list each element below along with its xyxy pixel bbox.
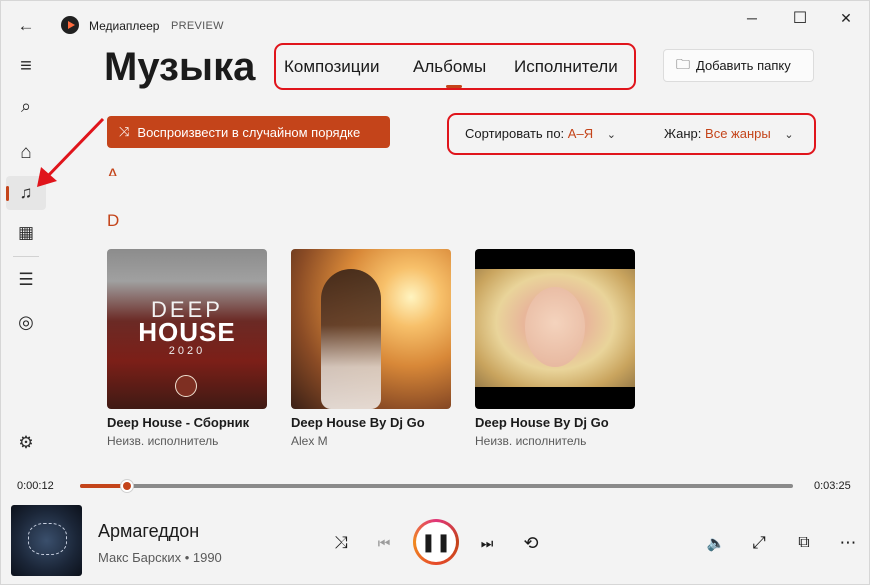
tab-artists[interactable]: Исполнители: [514, 57, 618, 77]
sidebar-divider: [13, 256, 39, 257]
shuffle-all-label: Воспроизвести в случайном порядке: [137, 124, 361, 140]
now-playing-title[interactable]: Армагеддон: [98, 521, 199, 542]
close-button[interactable]: ✕: [823, 3, 869, 33]
album-title: Deep House - Сборник: [107, 415, 250, 430]
folder-add-icon: 🗀: [676, 55, 690, 72]
total-time: 0:03:25: [814, 480, 851, 492]
sidebar: ← ≡ ⌕ ⌂ ♫ ▦ ☰ ◎ ⚙: [1, 1, 51, 463]
genre-label: Жанр:: [664, 126, 702, 141]
tab-songs[interactable]: Композиции: [284, 57, 380, 77]
album-artist: Неизв. исполнитель: [107, 434, 219, 448]
annotation-arrow-icon: [37, 117, 105, 187]
album-cover: [291, 249, 451, 409]
shuffle-toggle-icon[interactable]: ⤨: [329, 531, 353, 555]
more-options-icon[interactable]: ⋯: [836, 531, 860, 555]
play-pause-button[interactable]: ❚❚: [413, 519, 459, 565]
cover-text: 2020: [168, 345, 206, 357]
album-title: Deep House By Dj Go: [475, 415, 609, 430]
preview-badge: PREVIEW: [171, 20, 224, 32]
now-playing-subtitle[interactable]: Макс Барских • 1990: [98, 550, 222, 565]
play-queue-icon[interactable]: ◎: [6, 305, 46, 339]
group-header-d[interactable]: D: [107, 211, 119, 231]
pause-icon: ❚❚: [416, 522, 456, 562]
volume-icon[interactable]: 🔈: [704, 531, 728, 555]
cover-image: [475, 269, 635, 387]
seek-bar[interactable]: [80, 479, 793, 493]
fullscreen-icon[interactable]: ⤢: [747, 531, 771, 555]
previous-track-icon[interactable]: ⏮: [372, 531, 396, 555]
sort-label: Сортировать по:: [465, 126, 565, 141]
next-track-icon[interactable]: ⏭: [475, 531, 499, 555]
maximize-button[interactable]: ☐: [777, 3, 823, 33]
now-playing-art[interactable]: [11, 505, 82, 576]
tab-albums[interactable]: Альбомы: [413, 57, 486, 77]
album-artist: Alex M: [291, 434, 328, 448]
album-cover: [475, 249, 635, 409]
app-title: Медиаплеер: [89, 19, 160, 33]
album-card[interactable]: DEEP HOUSE 2020 Deep House - Сборник Неи…: [107, 249, 267, 448]
cover-face: [525, 287, 585, 367]
seek-thumb[interactable]: [120, 479, 135, 493]
back-icon[interactable]: ←: [6, 9, 46, 43]
cover-figure: [321, 269, 381, 409]
minimize-button[interactable]: ─: [729, 3, 775, 33]
album-artist: Неизв. исполнитель: [475, 434, 587, 448]
playlist-icon[interactable]: ☰: [6, 263, 46, 297]
filter-bar: Сортировать по: А–Я ⌄ Жанр: Все жанры ⌄: [447, 113, 816, 155]
seal-icon: [175, 375, 197, 397]
chevron-down-icon: ⌄: [784, 129, 794, 141]
genre-value: Все жанры: [705, 126, 771, 141]
add-folder-label: Добавить папку: [696, 58, 791, 73]
shuffle-all-button[interactable]: ⤨ Воспроизвести в случайном порядке: [107, 116, 390, 148]
chevron-down-icon: ⌄: [606, 129, 616, 141]
repeat-icon[interactable]: ⟲: [519, 531, 543, 555]
mini-player-icon[interactable]: ⧉: [792, 531, 816, 555]
sort-dropdown[interactable]: Сортировать по: А–Я ⌄: [465, 126, 616, 141]
album-card[interactable]: Deep House By Dj Go Alex M: [291, 249, 451, 448]
video-icon[interactable]: ▦: [6, 216, 46, 250]
shuffle-icon: ⤨: [119, 124, 130, 139]
cover-text: HOUSE: [138, 317, 236, 347]
active-tab-indicator: [446, 85, 462, 88]
app-logo-icon: [61, 16, 79, 34]
elapsed-time: 0:00:12: [17, 480, 54, 492]
sort-value: А–Я: [567, 126, 594, 141]
add-folder-button[interactable]: 🗀 Добавить папку: [663, 49, 814, 82]
menu-icon[interactable]: ≡: [6, 49, 46, 83]
tab-bar: Композиции Альбомы Исполнители: [274, 43, 636, 90]
page-title: Музыка: [104, 45, 256, 89]
genre-dropdown[interactable]: Жанр: Все жанры ⌄: [664, 126, 794, 141]
album-title: Deep House By Dj Go: [291, 415, 425, 430]
album-cover: DEEP HOUSE 2020: [107, 249, 267, 409]
album-card[interactable]: Deep House By Dj Go Неизв. исполнитель: [475, 249, 635, 448]
settings-icon[interactable]: ⚙: [6, 426, 46, 460]
media-player-window: ← ≡ ⌕ ⌂ ♫ ▦ ☰ ◎ ⚙ Медиаплеер PREVIEW ─ ☐…: [0, 0, 870, 585]
